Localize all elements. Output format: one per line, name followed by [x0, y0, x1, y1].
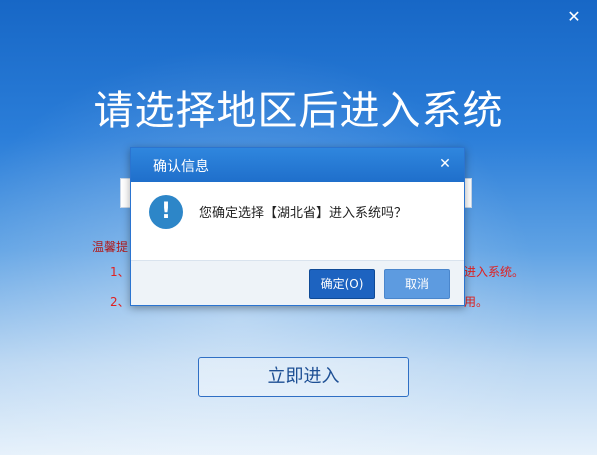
dialog-body: ! 您确定选择【湖北省】进入系统吗？	[131, 182, 464, 260]
exclamation-icon: !	[149, 195, 183, 229]
confirm-dialog: 确认信息 ✕ ! 您确定选择【湖北省】进入系统吗？ 确定(O) 取消	[130, 147, 465, 306]
window-close-icon[interactable]: ✕	[565, 8, 583, 26]
dialog-close-icon[interactable]: ✕	[436, 155, 454, 173]
cancel-button[interactable]: 取消	[384, 269, 450, 299]
ok-button[interactable]: 确定(O)	[309, 269, 375, 299]
tip-line-1: 1、	[110, 265, 130, 279]
tip-line-2-tail: 用。	[464, 295, 489, 309]
dialog-title: 确认信息	[153, 159, 209, 175]
enter-system-button[interactable]: 立即进入	[198, 357, 409, 397]
tip-line-1-tail: 进入系统。	[464, 265, 525, 279]
tips-title: 温馨提	[92, 240, 129, 254]
dialog-message: 您确定选择【湖北省】进入系统吗？	[199, 206, 408, 221]
tip-line-2: 2、	[110, 295, 130, 309]
dialog-footer: 确定(O) 取消	[131, 260, 464, 305]
dialog-header: 确认信息 ✕	[131, 148, 464, 182]
page-title: 请选择地区后进入系统	[93, 88, 504, 134]
